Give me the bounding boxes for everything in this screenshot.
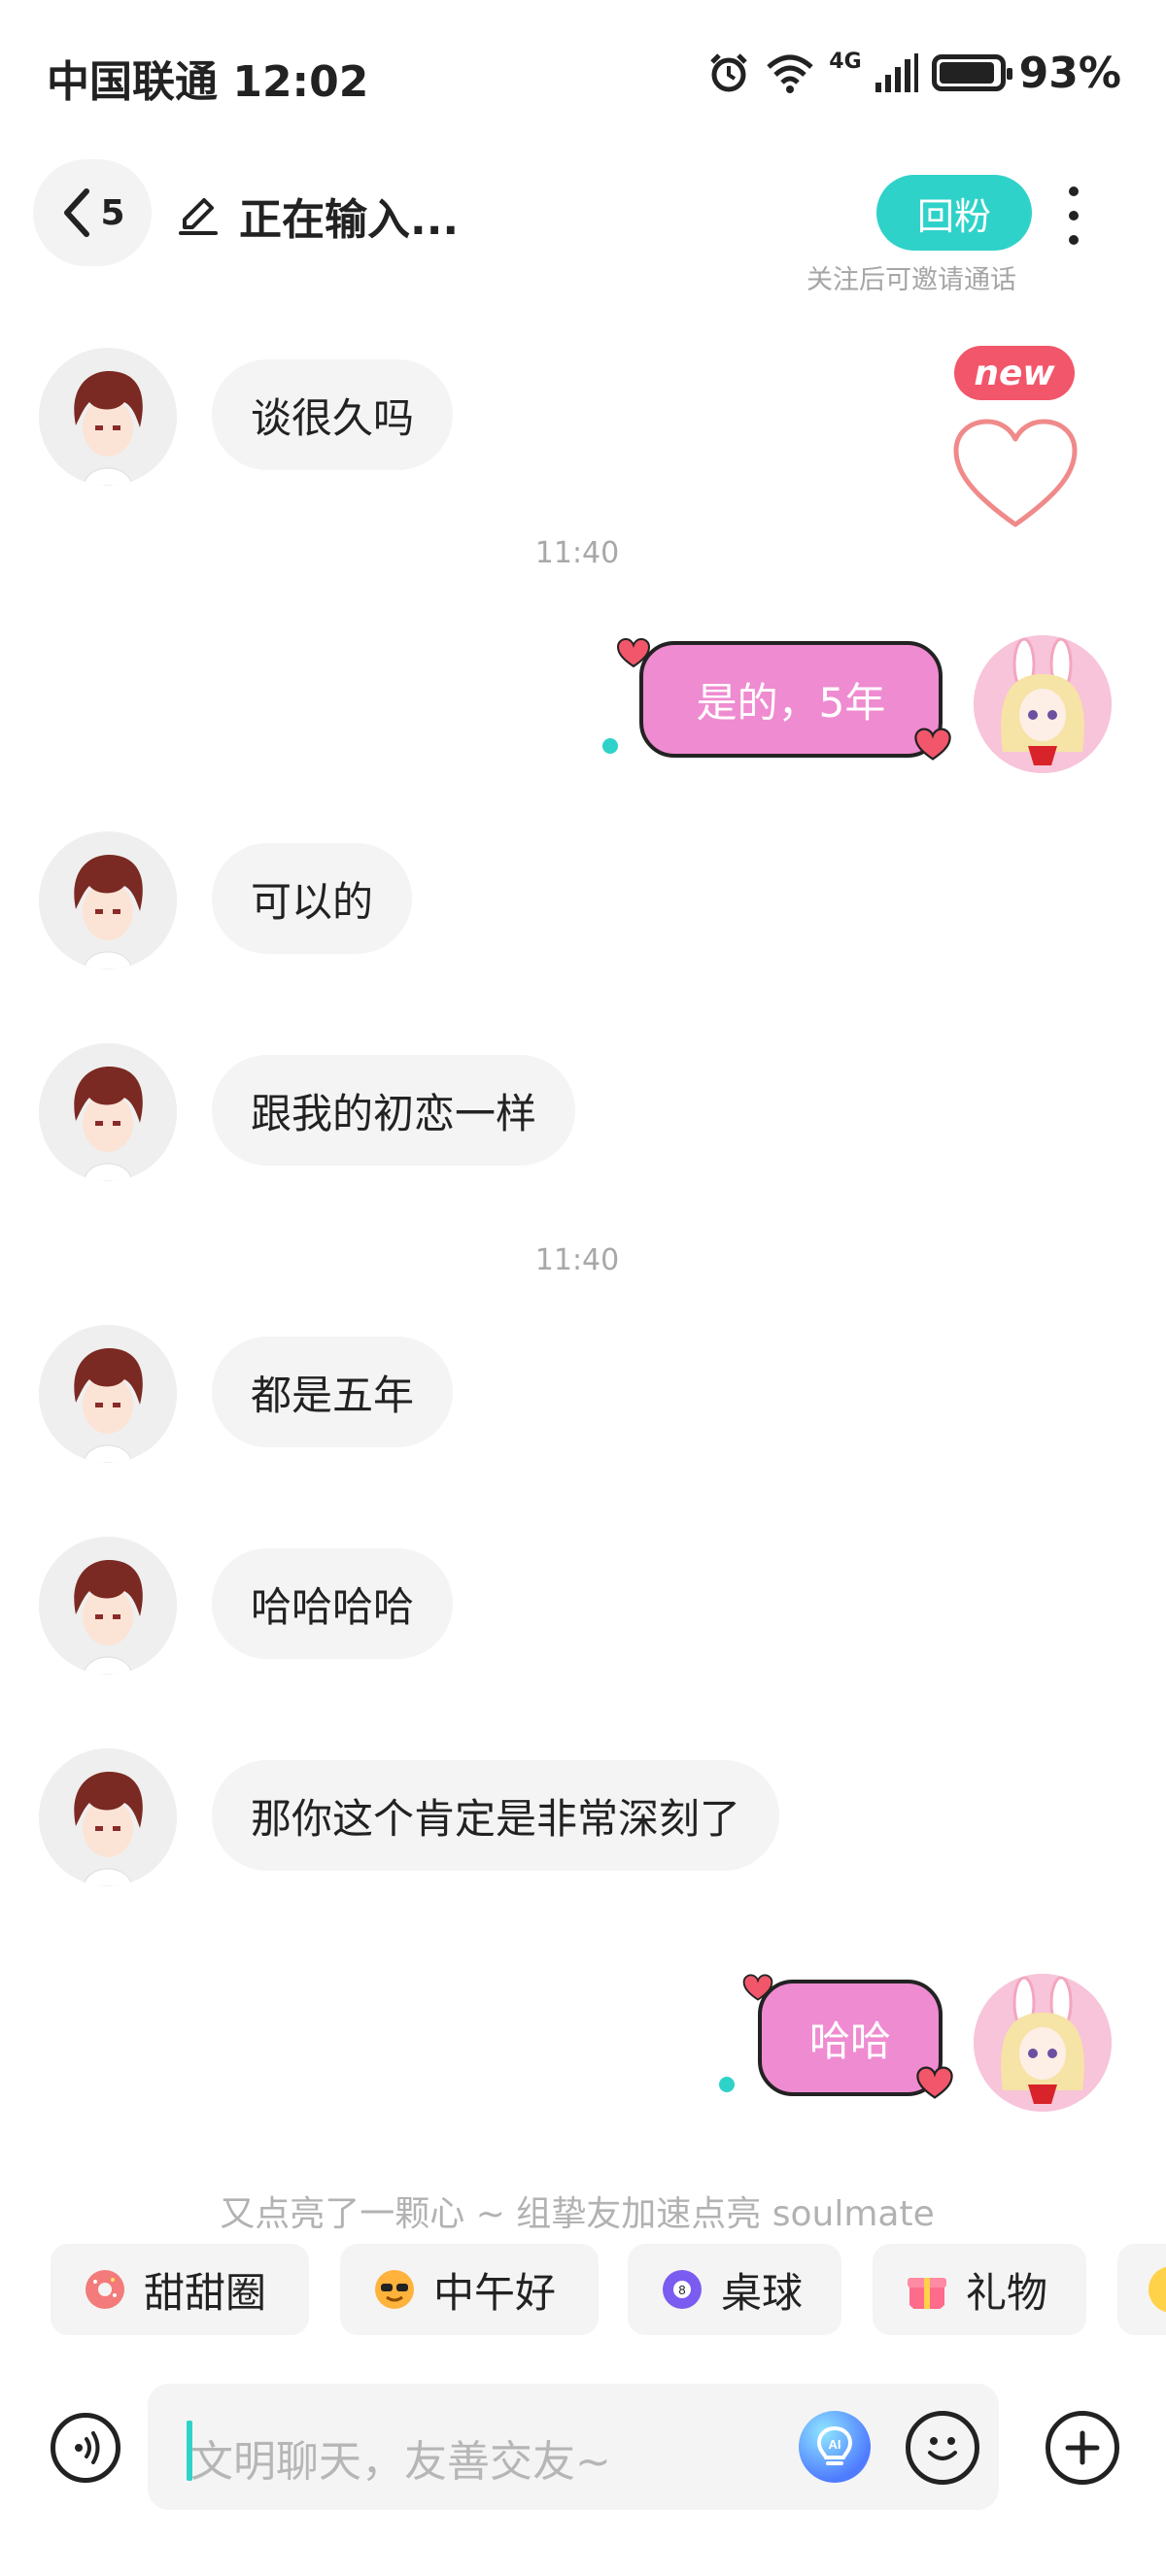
pencil-icon <box>179 198 218 235</box>
heart-face-icon <box>916 2066 953 2099</box>
incoming-message-bubble[interactable]: 那你这个肯定是非常深刻了 <box>212 1760 780 1871</box>
gift-icon <box>908 2278 946 2309</box>
soulmate-hint: 又点亮了一颗心 ~ 组挚友加速点亮 soulmate <box>220 2194 935 2234</box>
incoming-message-bubble[interactable]: 谈很久吗 <box>212 359 454 470</box>
boy-avatar-image <box>39 1537 177 1675</box>
read-indicator-dot <box>602 738 618 754</box>
incoming-message-bubble[interactable]: 跟我的初恋一样 <box>212 1055 576 1166</box>
outgoing-bubble-wrap: 是的，5年 <box>612 637 951 767</box>
quick-action-good-noon[interactable]: 中午好 <box>340 2244 599 2335</box>
girl-avatar-image <box>974 635 1112 773</box>
unread-count: 5 <box>100 192 125 233</box>
quick-action-gift[interactable]: 礼物 <box>873 2244 1086 2335</box>
emoji-button[interactable] <box>906 2411 979 2485</box>
donut-icon <box>86 2270 124 2309</box>
voice-input-button[interactable] <box>51 2413 120 2483</box>
follow-back-button[interactable]: 回粉 <box>876 175 1032 251</box>
ai-bulb-icon: AI <box>816 2425 853 2465</box>
billiard-ball-icon: 8 <box>663 2270 702 2309</box>
avatar[interactable] <box>974 635 1112 773</box>
avatar[interactable] <box>39 831 177 969</box>
message-input[interactable]: 文明聊天，友善交友~ AI <box>148 2384 999 2510</box>
quick-action-label: 甜甜圈 <box>144 2268 267 2317</box>
more-options-button[interactable] <box>1059 186 1088 245</box>
heart-sparkle-icon <box>742 1974 773 2001</box>
boy-avatar-image <box>39 1325 177 1463</box>
svg-text:8: 8 <box>678 2283 685 2297</box>
heart-sparkle-icon <box>616 637 651 668</box>
chevron-left-icon <box>64 188 90 237</box>
more-quick-action-icon <box>1149 2266 1166 2313</box>
message-input-placeholder: 文明聊天，友善交友~ <box>190 2437 611 2487</box>
boy-avatar-image <box>39 1043 177 1181</box>
plus-icon <box>1065 2430 1100 2465</box>
message-timestamp: 11:40 <box>534 536 620 570</box>
chat-header: 5 正在输入... 回粉 关注后可邀请通话 <box>0 146 1166 311</box>
signal-icon <box>874 53 918 92</box>
follow-hint-text: 关注后可邀请通话 <box>806 265 1016 295</box>
outgoing-message-bubble[interactable]: 是的，5年 <box>639 641 943 758</box>
quick-action-billiards[interactable]: 8 桌球 <box>628 2244 841 2335</box>
avatar[interactable] <box>39 1748 177 1886</box>
sunglasses-sun-icon <box>375 2270 414 2309</box>
new-badge: new <box>954 346 1075 400</box>
quick-action-more[interactable] <box>1117 2244 1166 2335</box>
quick-action-label: 桌球 <box>721 2268 804 2317</box>
battery-fill <box>939 62 994 84</box>
battery-icon <box>931 54 1012 91</box>
incoming-message-bubble[interactable]: 可以的 <box>212 843 413 954</box>
quick-action-bar[interactable]: 甜甜圈 中午好 8 桌球 礼物 <box>51 2244 1166 2337</box>
heart-outline-icon[interactable] <box>952 416 1079 532</box>
status-icons: 4G 93% <box>706 47 1121 99</box>
avatar[interactable] <box>39 1325 177 1463</box>
more-dot <box>1069 186 1079 196</box>
boy-avatar-image <box>39 348 177 486</box>
status-bar: 中国联通 12:02 4G 93% <box>0 0 1166 146</box>
wifi-icon <box>767 54 813 93</box>
smiley-icon <box>928 2437 957 2460</box>
avatar[interactable] <box>39 1537 177 1675</box>
chat-area[interactable]: new 谈很久吗 11:40 是的，5年 可以的 跟我的初恋一样 11:40 都… <box>0 311 1166 2186</box>
quick-action-label: 礼物 <box>966 2268 1048 2317</box>
message-timestamp: 11:40 <box>534 1243 620 1277</box>
carrier-name: 中国联通 <box>47 57 218 107</box>
boy-avatar-image <box>39 1748 177 1886</box>
input-bar: 文明聊天，友善交友~ AI <box>0 2370 1166 2576</box>
quick-action-donut[interactable]: 甜甜圈 <box>51 2244 309 2335</box>
more-dot <box>1069 211 1079 220</box>
back-button[interactable]: 5 <box>33 159 152 266</box>
clock-time: 12:02 <box>232 57 369 107</box>
network-type-label: 4G <box>829 49 862 74</box>
heart-face-icon <box>914 728 951 761</box>
incoming-message-bubble[interactable]: 都是五年 <box>212 1337 454 1447</box>
boy-avatar-image <box>39 831 177 969</box>
voice-wave-icon <box>75 2431 100 2464</box>
quick-action-label: 中午好 <box>433 2268 557 2317</box>
battery-percent: 93% <box>1018 48 1121 98</box>
add-attachment-button[interactable] <box>1046 2411 1119 2485</box>
avatar[interactable] <box>974 1974 1112 2112</box>
avatar[interactable] <box>39 1043 177 1181</box>
more-dot <box>1069 235 1079 245</box>
incoming-message-bubble[interactable]: 哈哈哈哈 <box>212 1548 454 1659</box>
header-title-group: 正在输入... <box>175 185 459 247</box>
alarm-icon <box>710 53 748 92</box>
status-carrier-time: 中国联通 12:02 <box>47 47 368 109</box>
read-indicator-dot <box>719 2077 735 2092</box>
page-title: 正在输入... <box>239 195 460 245</box>
ai-assistant-button[interactable]: AI <box>799 2411 871 2483</box>
outgoing-bubble-wrap: 哈哈 <box>738 1974 953 2106</box>
avatar[interactable] <box>39 348 177 486</box>
svg-text:AI: AI <box>829 2437 841 2452</box>
girl-avatar-image <box>974 1974 1112 2112</box>
